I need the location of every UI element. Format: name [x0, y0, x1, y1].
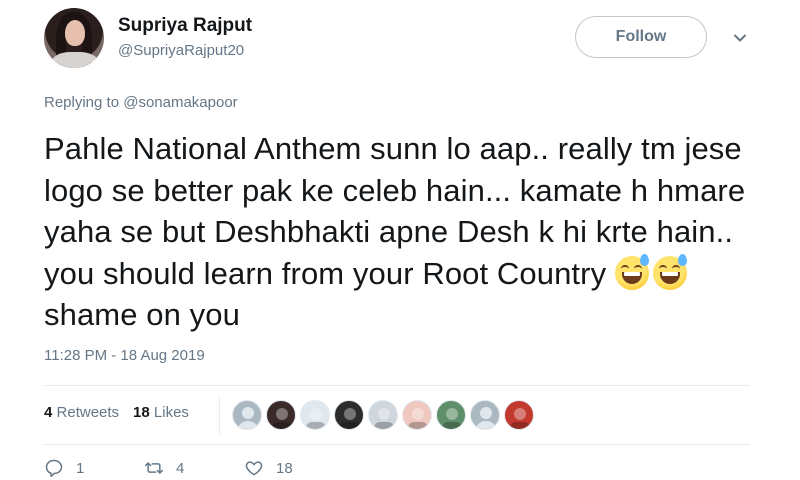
- avatar-face: [65, 20, 85, 46]
- retweet-button[interactable]: 4: [144, 458, 244, 478]
- user-handle[interactable]: @SupriyaRajput20: [118, 42, 244, 59]
- reply-target-link[interactable]: @sonamakapoor: [123, 94, 237, 111]
- grinning-face-with-sweat-icon: [614, 253, 649, 290]
- liker-avatar[interactable]: [368, 400, 398, 430]
- stats-separator: [219, 396, 220, 434]
- tweet-text: Pahle National Anthem sunn lo aap.. real…: [44, 128, 774, 336]
- retweets-count: 4: [44, 404, 53, 421]
- default-avatar-icon[interactable]: [470, 400, 500, 430]
- retweets-label: Retweets: [56, 404, 120, 421]
- reply-icon: [45, 459, 63, 478]
- tweet-timestamp[interactable]: 11:28 PM - 18 Aug 2019: [44, 347, 205, 364]
- likes-label: Likes: [153, 404, 189, 421]
- divider: [44, 444, 750, 445]
- tweet-body-end: shame on you: [44, 297, 240, 332]
- replying-prefix: Replying to: [44, 94, 120, 111]
- retweet-icon: [144, 462, 164, 474]
- likes-count: 18: [133, 404, 150, 421]
- tweet-stats: 4 Retweets 18 Likes: [44, 404, 189, 421]
- default-avatar-icon[interactable]: [232, 400, 262, 430]
- user-avatar[interactable]: [44, 8, 104, 68]
- liker-avatar[interactable]: [402, 400, 432, 430]
- chevron-down-icon[interactable]: [732, 30, 748, 46]
- retweet-count: 4: [176, 459, 185, 477]
- user-name[interactable]: Supriya Rajput: [118, 15, 252, 37]
- tweet-actions: 1 4 18: [44, 458, 344, 478]
- avatar-shirt: [52, 52, 98, 68]
- like-button[interactable]: 18: [244, 458, 344, 478]
- liker-avatar[interactable]: [300, 400, 330, 430]
- divider: [44, 385, 750, 386]
- reply-button[interactable]: 1: [44, 458, 144, 478]
- retweets-stat[interactable]: 4 Retweets: [44, 404, 119, 421]
- liker-avatar[interactable]: [334, 400, 364, 430]
- liker-avatar[interactable]: [266, 400, 296, 430]
- likes-stat[interactable]: 18 Likes: [133, 404, 189, 421]
- tweet-header: Supriya Rajput @SupriyaRajput20 Follow: [44, 8, 764, 70]
- grinning-face-with-sweat-icon: [652, 253, 687, 290]
- heart-icon: [245, 461, 263, 476]
- follow-button[interactable]: Follow: [575, 16, 707, 58]
- like-count: 18: [276, 459, 293, 477]
- liker-avatar[interactable]: [504, 400, 534, 430]
- replying-to: Replying to @sonamakapoor: [44, 94, 238, 111]
- likers-avatars: [232, 400, 534, 430]
- liker-avatar[interactable]: [436, 400, 466, 430]
- reply-count: 1: [76, 459, 85, 477]
